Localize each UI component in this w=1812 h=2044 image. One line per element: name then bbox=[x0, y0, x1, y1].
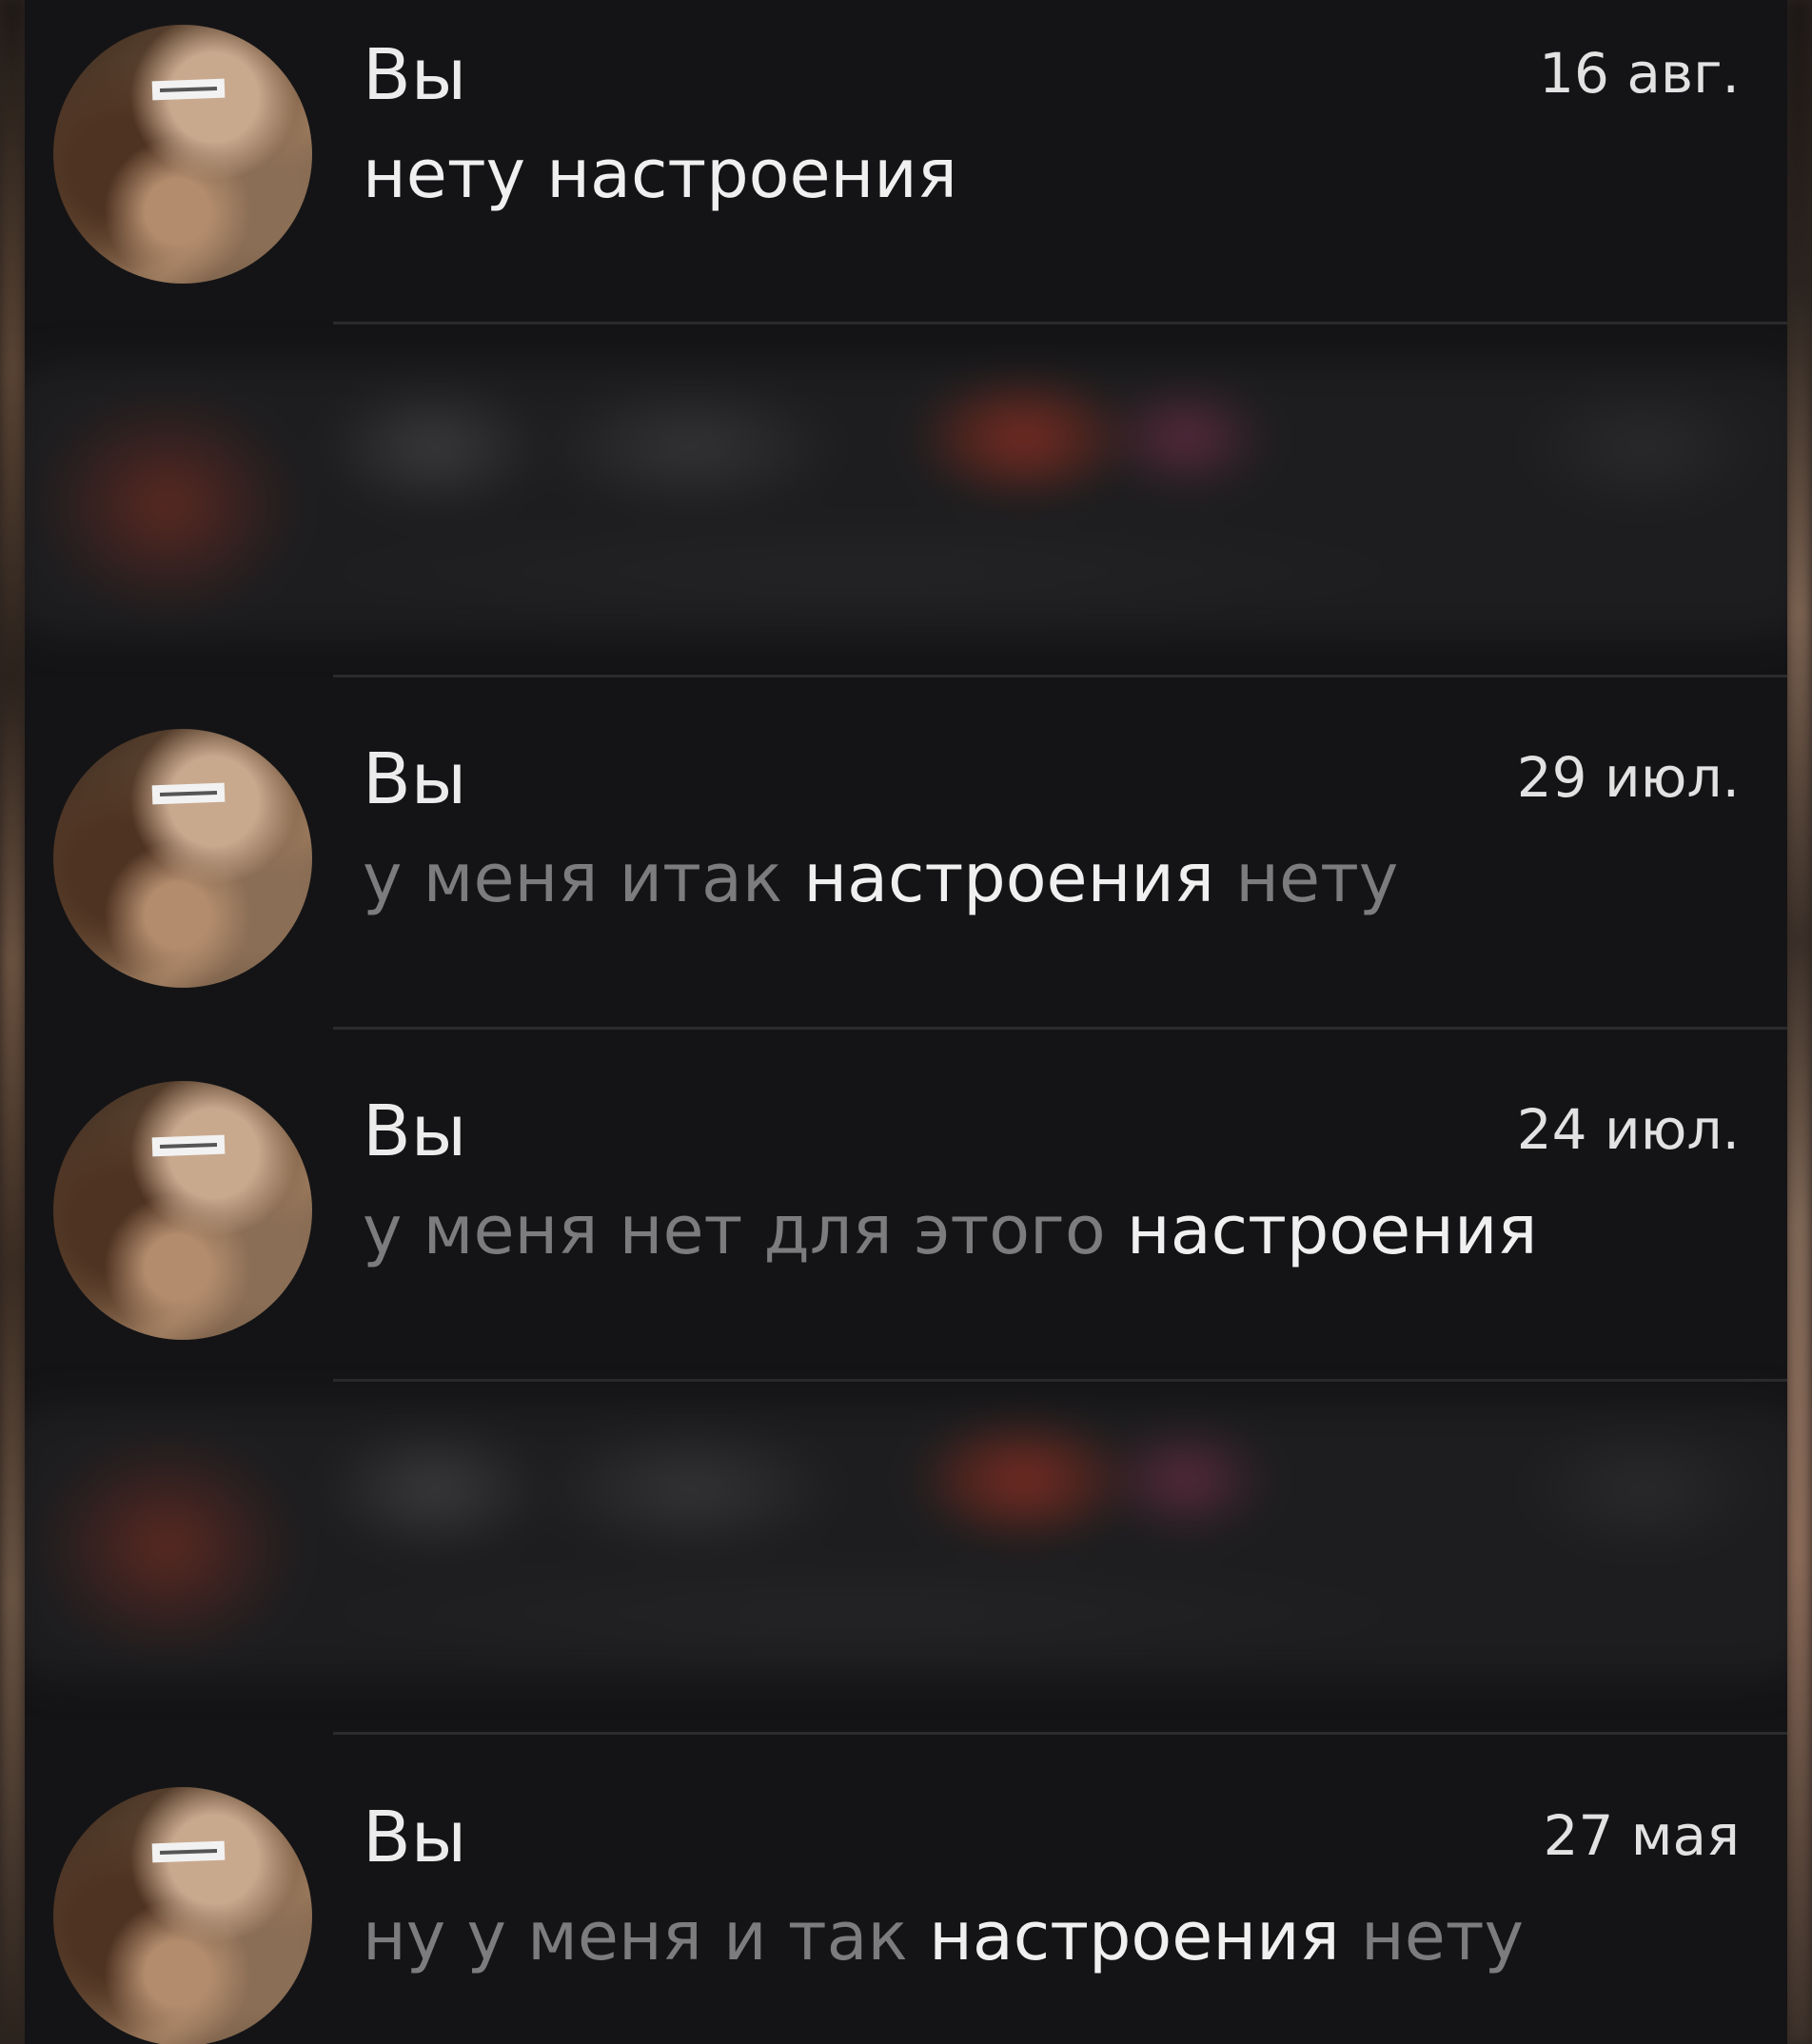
message-preview: у меня итак настроения нету bbox=[363, 845, 1398, 912]
avatar-sticker bbox=[151, 782, 226, 805]
avatar[interactable] bbox=[53, 25, 312, 284]
message-date: 16 авг. bbox=[1539, 41, 1740, 106]
divider bbox=[333, 1379, 1787, 1382]
avatar[interactable] bbox=[53, 1787, 312, 2044]
avatar[interactable] bbox=[53, 729, 312, 988]
background-photo-left-edge bbox=[0, 0, 25, 2044]
redacted-chat-item bbox=[25, 1404, 1787, 1680]
avatar-sticker bbox=[151, 1840, 226, 1863]
message-text-before: у меня итак bbox=[363, 839, 804, 917]
divider bbox=[333, 675, 1787, 678]
sender-name: Вы bbox=[363, 1797, 467, 1878]
search-match-highlight: настроения bbox=[929, 1897, 1340, 1975]
message-preview: ну у меня и так настроения нету bbox=[363, 1903, 1524, 1970]
redacted-chat-item bbox=[25, 362, 1787, 638]
search-match-highlight: настроения bbox=[803, 839, 1214, 917]
divider bbox=[333, 322, 1787, 324]
sender-name: Вы bbox=[363, 1091, 467, 1172]
divider bbox=[333, 1732, 1787, 1735]
avatar[interactable] bbox=[53, 1081, 312, 1340]
message-date: 29 июл. bbox=[1516, 745, 1740, 810]
background-photo-right-edge bbox=[1785, 0, 1812, 2044]
chat-result-item[interactable]: Вы 16 авг. нету настроения bbox=[25, 0, 1787, 352]
chat-result-item[interactable]: Вы 29 июл. у меня итак настроения нету bbox=[25, 704, 1787, 1056]
avatar-sticker bbox=[151, 78, 226, 101]
message-date: 27 мая bbox=[1543, 1803, 1740, 1868]
message-text-after: нету bbox=[1214, 839, 1399, 917]
chat-result-item[interactable]: Вы 24 июл. у меня нет для этого настроен… bbox=[25, 1056, 1787, 1408]
sender-name: Вы bbox=[363, 34, 467, 116]
message-text-after: нету bbox=[1339, 1897, 1524, 1975]
divider bbox=[333, 1027, 1787, 1030]
search-match-highlight: настроения bbox=[1126, 1191, 1538, 1269]
message-text-before: у меня нет для этого bbox=[363, 1191, 1127, 1269]
avatar-sticker bbox=[151, 1134, 226, 1157]
message-preview: нету настроения bbox=[363, 135, 957, 213]
message-preview: у меня нет для этого настроения bbox=[363, 1197, 1538, 1264]
message-date: 24 июл. bbox=[1516, 1097, 1740, 1162]
sender-name: Вы bbox=[363, 738, 467, 820]
chat-search-results-list: Вы 16 авг. нету настроения Вы 29 июл. у … bbox=[25, 0, 1787, 2044]
chat-result-item[interactable]: Вы 27 мая ну у меня и так настроения нет… bbox=[25, 1762, 1787, 2044]
message-text-before: ну у меня и так bbox=[363, 1897, 930, 1975]
